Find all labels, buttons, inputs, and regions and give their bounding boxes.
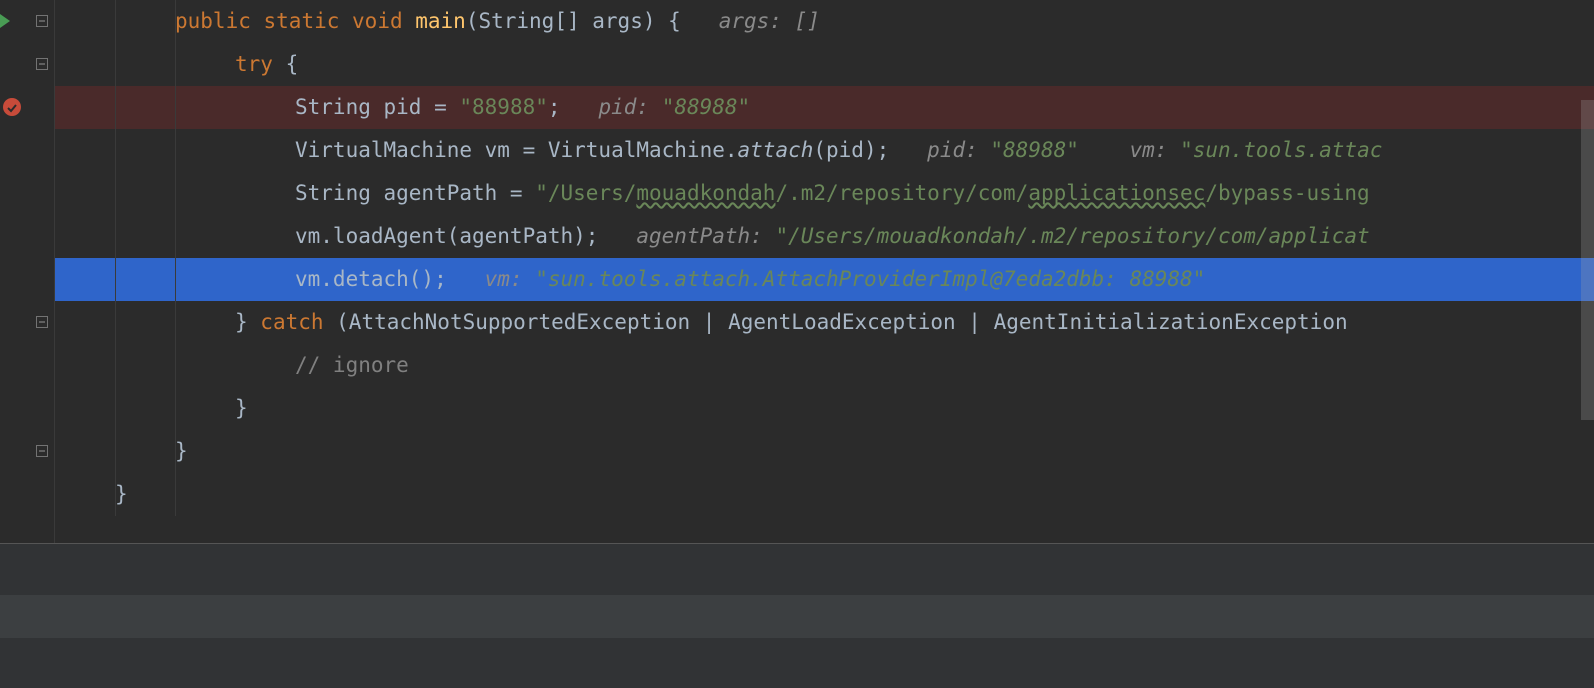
indent-guide [115,387,116,430]
code-token: agentPath: [636,224,775,248]
indent-guide [175,344,176,387]
code-token: VirtualMachine vm = VirtualMachine. [295,138,738,162]
code-line[interactable]: String agentPath = "/Users/mouadkondah/.… [55,172,1594,215]
fold-icon[interactable] [35,315,49,329]
code-token: attach [738,138,814,162]
code-token: "88988" [990,138,1079,162]
line-content: String pid = "88988"; pid: "88988" [55,95,750,119]
line-content: } [55,396,248,420]
code-token: void [352,9,415,33]
code-token: } [175,439,188,463]
code-token: static [264,9,353,33]
indent-guide [115,215,116,258]
code-line[interactable]: public static void main(String[] args) {… [55,0,1594,43]
code-token: /.m2/repository/com/ [775,181,1028,205]
code-token: "88988" [459,95,548,119]
indent-guide [175,43,176,86]
line-content: } [55,482,128,506]
fold-icon[interactable] [35,57,49,71]
code-token: vm.detach(); [295,267,485,291]
line-content: vm.detach(); vm: "sun.tools.attach.Attac… [55,267,1205,291]
code-token: } [115,482,128,506]
indent-guide [115,473,116,516]
indent-guide [175,301,176,344]
code-token: pid: [598,95,661,119]
code-token: catch [260,310,336,334]
code-token: } [235,310,260,334]
code-line[interactable]: } [55,473,1594,516]
run-icon[interactable] [0,14,10,28]
indent-guide [115,43,116,86]
code-token: "sun.tools.attach.AttachProviderImpl@7ed… [535,267,1205,291]
code-token: { [286,52,299,76]
line-content: public static void main(String[] args) {… [55,9,820,33]
code-token: vm: [1079,138,1180,162]
indent-guide [115,129,116,172]
indent-guide [115,344,116,387]
code-token: vm.loadAgent(agentPath); [295,224,636,248]
fold-icon[interactable] [35,14,49,28]
code-token: ; [548,95,599,119]
line-content: } catch (AttachNotSupportedException | A… [55,310,1360,334]
indent-guide [175,0,176,43]
code-token: vm: [485,267,536,291]
line-content: String agentPath = "/Users/mouadkondah/.… [55,181,1370,205]
code-line[interactable]: // ignore [55,344,1594,387]
indent-guide [175,258,176,301]
code-token: "/Users/ [535,181,636,205]
indent-guide [175,129,176,172]
indent-guide [115,430,116,473]
code-token: (pid); [813,138,927,162]
indent-guide [115,258,116,301]
fold-icon[interactable] [35,444,49,458]
line-content: vm.loadAgent(agentPath); agentPath: "/Us… [55,224,1370,248]
line-content: // ignore [55,353,409,377]
indent-guide [175,473,176,516]
code-token: String agentPath = [295,181,535,205]
breakpoint-icon[interactable] [3,98,21,116]
line-content: try { [55,52,298,76]
code-token: (AttachNotSupportedException | AgentLoad… [336,310,1360,334]
code-token: "/Users/mouadkondah/.m2/repository/com/a… [775,224,1369,248]
code-token: main [415,9,466,33]
code-line[interactable]: String pid = "88988"; pid: "88988" [55,86,1594,129]
code-line[interactable]: VirtualMachine vm = VirtualMachine.attac… [55,129,1594,172]
code-token: args: [] [719,9,820,33]
code-token: } [235,396,248,420]
code-token: String pid = [295,95,459,119]
code-token: (String[] args) { [466,9,719,33]
code-token: /bypass-using [1205,181,1369,205]
code-line[interactable]: vm.loadAgent(agentPath); agentPath: "/Us… [55,215,1594,258]
indent-guide [175,387,176,430]
line-content: } [55,439,188,463]
indent-guide [115,301,116,344]
indent-guide [175,86,176,129]
code-line[interactable]: try { [55,43,1594,86]
code-line[interactable]: } [55,387,1594,430]
indent-guide [115,86,116,129]
code-token: "sun.tools.attac [1180,138,1382,162]
code-token: "88988" [662,95,751,119]
code-line[interactable]: } catch (AttachNotSupportedException | A… [55,301,1594,344]
indent-guide [175,215,176,258]
indent-guide [175,172,176,215]
bottom-panel [0,543,1594,688]
indent-guide [175,430,176,473]
code-token: public [175,9,264,33]
code-token: // ignore [295,353,409,377]
indent-guide [115,0,116,43]
code-token: applicationsec [1028,181,1205,205]
indent-guide [115,172,116,215]
code-token: try [235,52,286,76]
code-line[interactable]: } [55,430,1594,473]
tool-window-bar [0,595,1594,638]
vertical-scrollbar[interactable] [1581,100,1594,420]
line-content: VirtualMachine vm = VirtualMachine.attac… [55,138,1382,162]
code-token: mouadkondah [636,181,775,205]
code-line[interactable]: vm.detach(); vm: "sun.tools.attach.Attac… [55,258,1594,301]
code-token: pid: [927,138,990,162]
